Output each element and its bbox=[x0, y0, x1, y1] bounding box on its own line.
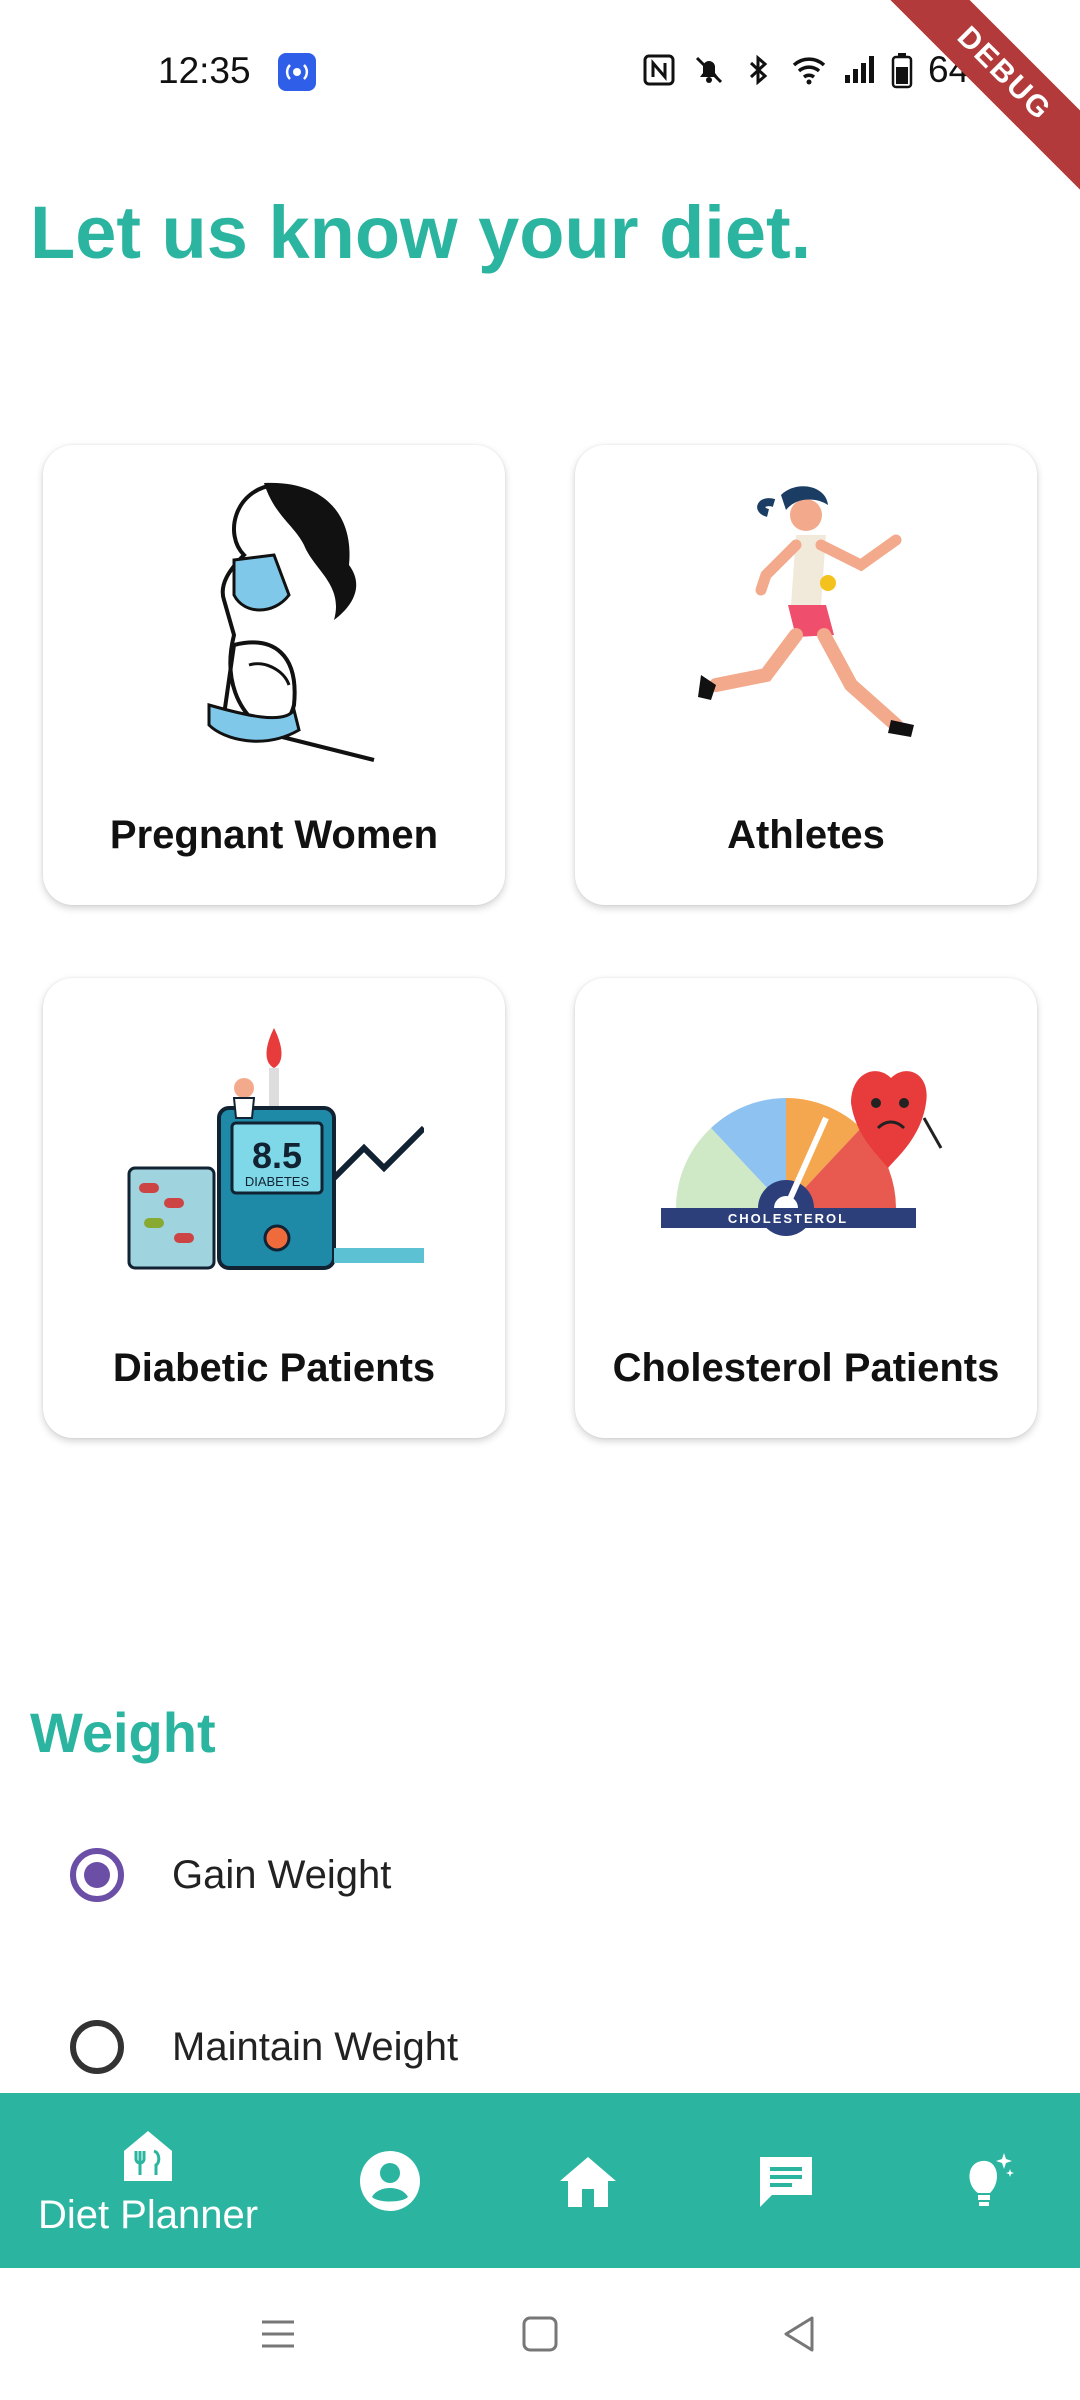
cholesterol-gauge-illustration: CHOLESTEROL bbox=[605, 1008, 1007, 1308]
radio-option-gain-weight[interactable]: Gain Weight bbox=[70, 1848, 391, 1902]
menu-icon[interactable] bbox=[254, 2310, 302, 2358]
card-label: Pregnant Women bbox=[109, 813, 439, 857]
card-athletes[interactable]: Athletes bbox=[575, 445, 1037, 905]
broadcast-notification-icon bbox=[278, 53, 316, 91]
wifi-icon bbox=[792, 57, 826, 85]
meter-reading: 8.5 bbox=[252, 1135, 302, 1176]
radio-label: Maintain Weight bbox=[172, 2024, 459, 2069]
glucose-meter-illustration: 8.5 DIABETES bbox=[73, 1008, 475, 1308]
mute-icon bbox=[695, 56, 723, 84]
chat-icon bbox=[760, 2156, 812, 2207]
status-time: 12:35 bbox=[158, 50, 251, 91]
card-diabetic-patients[interactable]: 8.5 DIABETES Diabetic Patients bbox=[43, 978, 505, 1438]
battery-icon bbox=[891, 53, 913, 89]
weight-section-title: Weight bbox=[30, 1701, 216, 1764]
card-label: Athletes bbox=[727, 813, 885, 857]
nav-item-profile[interactable] bbox=[330, 2093, 450, 2268]
signal-icon bbox=[845, 56, 874, 83]
gauge-caption: CHOLESTEROL bbox=[728, 1211, 848, 1226]
pregnant-woman-illustration bbox=[73, 475, 475, 775]
radio-option-maintain-weight[interactable]: Maintain Weight bbox=[70, 2020, 458, 2074]
radio-button[interactable] bbox=[70, 2020, 124, 2074]
system-navigation-bar bbox=[0, 2268, 1080, 2400]
nav-item-tips[interactable] bbox=[924, 2093, 1044, 2268]
running-athlete-illustration bbox=[605, 475, 1007, 775]
card-label: Cholesterol Patients bbox=[612, 1346, 1000, 1390]
card-pregnant-women[interactable]: Pregnant Women bbox=[43, 445, 505, 905]
home-square-icon[interactable] bbox=[516, 2310, 564, 2358]
card-cholesterol-patients[interactable]: CHOLESTEROL Cholesterol Patients bbox=[575, 978, 1037, 1438]
back-icon[interactable] bbox=[776, 2310, 824, 2358]
nav-label: Diet Planner bbox=[37, 2193, 259, 2237]
meter-caption: DIABETES bbox=[245, 1174, 310, 1189]
card-label: Diabetic Patients bbox=[112, 1346, 436, 1390]
nav-item-home[interactable] bbox=[528, 2093, 648, 2268]
app-screen: 12:35 DEBUG Let us know your diet. Pregn… bbox=[0, 0, 1080, 2400]
nav-item-chat[interactable] bbox=[726, 2093, 846, 2268]
lightbulb-icon bbox=[969, 2152, 1014, 2206]
bluetooth-icon bbox=[749, 54, 768, 86]
page-title: Let us know your diet. bbox=[30, 191, 812, 274]
radio-button-selected[interactable] bbox=[70, 1848, 124, 1902]
profile-icon bbox=[360, 2150, 420, 2211]
nav-item-diet-planner[interactable]: Diet Planner bbox=[28, 2093, 268, 2268]
radio-label: Gain Weight bbox=[172, 1852, 392, 1897]
nfc-icon bbox=[643, 54, 675, 86]
home-icon bbox=[560, 2156, 616, 2207]
bottom-navigation-bar: Diet Planner bbox=[0, 2093, 1080, 2268]
restaurant-home-icon bbox=[124, 2131, 172, 2181]
